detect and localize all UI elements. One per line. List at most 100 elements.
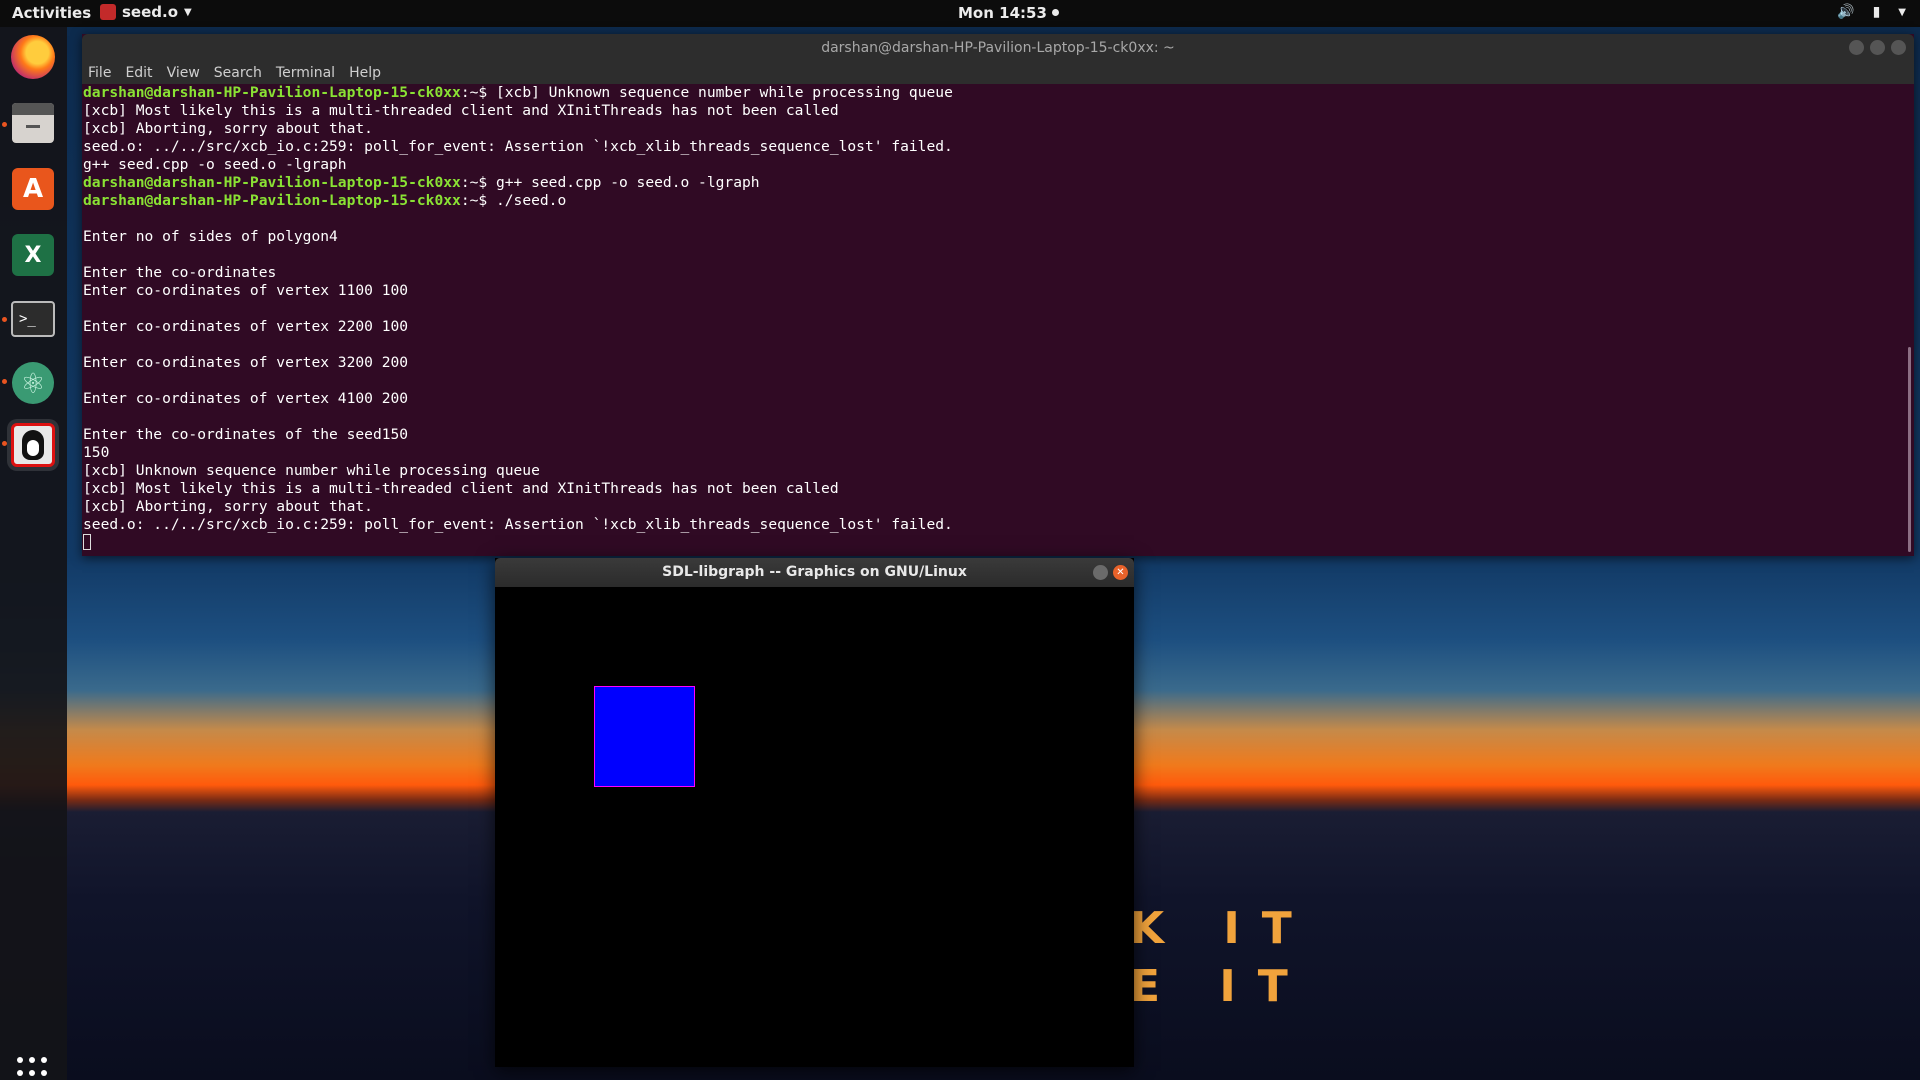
- menu-terminal[interactable]: Terminal: [276, 62, 335, 84]
- terminal-menubar: File Edit View Search Terminal Help: [82, 62, 1914, 84]
- minimize-button[interactable]: [1093, 565, 1108, 580]
- terminal-line: [xcb] Most likely this is a multi-thread…: [83, 102, 1914, 120]
- spreadsheet-icon: X: [12, 234, 54, 276]
- line-text: Enter co-ordinates of vertex 4100 200: [83, 390, 409, 407]
- notification-dot-icon: [1051, 9, 1059, 16]
- line-text: [xcb] Aborting, sorry about that.: [83, 498, 373, 515]
- terminal-title: darshan@darshan-HP-Pavilion-Laptop-15-ck…: [821, 40, 1175, 56]
- top-bar: Activities seed.o ▼ Mon 14:53 🔊 ▮ ▼: [0, 0, 1920, 27]
- menu-view[interactable]: View: [167, 62, 200, 84]
- line-text: Enter the co-ordinates of the seed150: [83, 426, 409, 443]
- clock[interactable]: Mon 14:53: [958, 4, 1059, 22]
- terminal-line: Enter co-ordinates of vertex 1100 100: [83, 282, 1914, 300]
- maximize-button[interactable]: [1870, 40, 1885, 55]
- wallpaper-text: K IT E IT: [1130, 900, 1314, 1016]
- close-button[interactable]: ✕: [1113, 565, 1128, 580]
- line-text: Enter co-ordinates of vertex 3200 200: [83, 354, 409, 371]
- dock-item-software[interactable]: A: [7, 163, 59, 215]
- terminal-line: [xcb] Aborting, sorry about that.: [83, 120, 1914, 138]
- terminal-output[interactable]: darshan@darshan-HP-Pavilion-Laptop-15-ck…: [82, 84, 1914, 552]
- terminal-line: 150: [83, 444, 1914, 462]
- line-text: g++ seed.cpp -o seed.o -lgraph: [495, 174, 760, 191]
- dock-item-seed[interactable]: [7, 419, 59, 471]
- line-text: [xcb] Unknown sequence number while proc…: [83, 462, 540, 479]
- show-applications-icon[interactable]: [17, 1057, 49, 1080]
- cursor-line: [83, 534, 1914, 552]
- app-menu-label: seed.o: [122, 3, 179, 21]
- line-text: 150: [83, 444, 110, 461]
- terminal-line: seed.o: ../../src/xcb_io.c:259: poll_for…: [83, 138, 1914, 156]
- graphics-window: SDL-libgraph -- Graphics on GNU/Linux ✕: [495, 558, 1134, 1067]
- prompt-separator: :~$: [460, 174, 496, 191]
- line-text: g++ seed.cpp -o seed.o -lgraph: [83, 156, 347, 173]
- graphics-canvas[interactable]: [495, 587, 1134, 1067]
- line-text: Enter co-ordinates of vertex 2200 100: [83, 318, 409, 335]
- clock-label: Mon 14:53: [958, 4, 1047, 22]
- app-menu[interactable]: seed.o ▼: [100, 3, 192, 21]
- terminal-line: g++ seed.cpp -o seed.o -lgraph: [83, 156, 1914, 174]
- terminal-titlebar[interactable]: darshan@darshan-HP-Pavilion-Laptop-15-ck…: [82, 34, 1914, 62]
- chevron-down-icon: ▼: [1898, 6, 1906, 18]
- line-text: ./seed.o: [495, 192, 567, 209]
- line-text: Enter co-ordinates of vertex 1100 100: [83, 282, 409, 299]
- atom-icon: ⚛: [12, 362, 54, 404]
- menu-edit[interactable]: Edit: [125, 62, 152, 84]
- shell-prompt: darshan@darshan-HP-Pavilion-Laptop-15-ck…: [83, 84, 461, 101]
- terminal-line: Enter the co-ordinates: [83, 264, 1914, 282]
- software-icon: A: [12, 168, 54, 210]
- line-text: [xcb] Most likely this is a multi-thread…: [83, 102, 839, 119]
- dock-item-atom[interactable]: ⚛: [7, 357, 59, 409]
- files-icon: [12, 103, 54, 143]
- line-text: [xcb] Most likely this is a multi-thread…: [83, 480, 839, 497]
- terminal-line: [xcb] Aborting, sorry about that.: [83, 498, 1914, 516]
- terminal-scrollbar[interactable]: [1908, 347, 1911, 552]
- dock-item-files[interactable]: [7, 97, 59, 149]
- dock-item-firefox[interactable]: [7, 31, 59, 83]
- terminal-window: darshan@darshan-HP-Pavilion-Laptop-15-ck…: [82, 34, 1914, 556]
- menu-help[interactable]: Help: [349, 62, 381, 84]
- dock-item-spreadsheet[interactable]: X: [7, 229, 59, 281]
- terminal-line: darshan@darshan-HP-Pavilion-Laptop-15-ck…: [83, 174, 1914, 192]
- terminal-line: [xcb] Most likely this is a multi-thread…: [83, 480, 1914, 498]
- volume-icon: 🔊: [1837, 4, 1855, 20]
- battery-icon: ▮: [1872, 4, 1881, 20]
- terminal-line: darshan@darshan-HP-Pavilion-Laptop-15-ck…: [83, 192, 1914, 210]
- terminal-line: Enter the co-ordinates of the seed150: [83, 426, 1914, 444]
- line-text: Enter the co-ordinates: [83, 264, 277, 281]
- prompt-separator: :~$: [460, 84, 496, 101]
- line-text: Enter no of sides of polygon4: [83, 228, 338, 245]
- firefox-icon: [11, 35, 55, 79]
- minimize-button[interactable]: [1849, 40, 1864, 55]
- line-text: seed.o: ../../src/xcb_io.c:259: poll_for…: [83, 138, 953, 155]
- system-tray[interactable]: 🔊 ▮ ▼: [1837, 4, 1906, 20]
- terminal-line: seed.o: ../../src/xcb_io.c:259: poll_for…: [83, 516, 1914, 534]
- app-icon: [100, 4, 116, 20]
- wallpaper-text-line-2: E IT: [1130, 961, 1310, 1012]
- terminal-line: Enter no of sides of polygon4: [83, 228, 1914, 246]
- text-cursor: [83, 534, 91, 550]
- terminal-line: Enter co-ordinates of vertex 4100 200: [83, 390, 1914, 408]
- prompt-separator: :~$: [460, 192, 496, 209]
- menu-search[interactable]: Search: [214, 62, 262, 84]
- terminal-line: darshan@darshan-HP-Pavilion-Laptop-15-ck…: [83, 84, 1914, 102]
- dock: A X >_ ⚛: [0, 27, 67, 1080]
- tux-icon: [11, 423, 55, 467]
- dock-item-terminal[interactable]: >_: [7, 293, 59, 345]
- menu-file[interactable]: File: [88, 62, 111, 84]
- close-button[interactable]: [1891, 40, 1906, 55]
- terminal-icon: >_: [11, 301, 55, 337]
- graphics-titlebar[interactable]: SDL-libgraph -- Graphics on GNU/Linux ✕: [495, 558, 1134, 587]
- chevron-down-icon: ▼: [184, 6, 192, 18]
- activities-button[interactable]: Activities: [12, 4, 91, 22]
- line-text: [xcb] Unknown sequence number while proc…: [495, 84, 953, 101]
- shell-prompt: darshan@darshan-HP-Pavilion-Laptop-15-ck…: [83, 174, 461, 191]
- terminal-line: Enter co-ordinates of vertex 3200 200: [83, 354, 1914, 372]
- window-controls: [1849, 40, 1906, 55]
- shell-prompt: darshan@darshan-HP-Pavilion-Laptop-15-ck…: [83, 192, 461, 209]
